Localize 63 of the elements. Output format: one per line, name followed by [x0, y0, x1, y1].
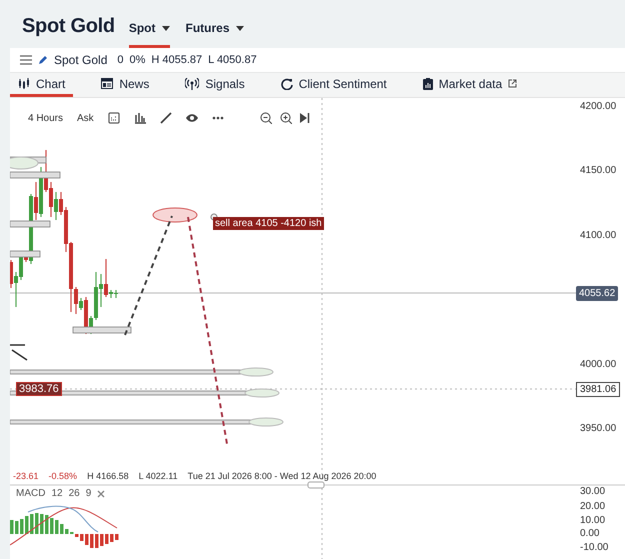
zoom-out-icon[interactable]	[260, 112, 272, 124]
zoom-in-icon[interactable]	[280, 112, 292, 124]
pane-resize-handle[interactable]	[308, 482, 324, 488]
target-ellipse	[152, 208, 198, 222]
price-axis-label: 4200.00	[580, 101, 616, 112]
indicator-name: MACD	[16, 488, 46, 499]
indicator-axis-label: 20.00	[580, 501, 606, 512]
high-price: H 4055.87	[151, 54, 202, 66]
price-zone	[10, 172, 60, 178]
price-axis-label: 4150.00	[580, 165, 616, 176]
section-tab[interactable]: News	[93, 73, 158, 97]
indicator-axis-label: 30.00	[580, 486, 606, 497]
crosshair-price-label: 3981.06	[576, 382, 620, 397]
caret-icon	[236, 26, 244, 30]
broadcast-icon	[185, 78, 200, 90]
price-axis-label: 3950.00	[580, 423, 616, 434]
price-axis-label: 4100.00	[580, 230, 616, 241]
indicator-axis-label: 0.00	[580, 528, 600, 539]
low-price: L 4050.87	[208, 54, 257, 66]
price-zone	[72, 326, 132, 334]
section-tab[interactable]: Signals	[177, 73, 253, 97]
remove-indicator-button[interactable]	[97, 490, 106, 498]
last-price-label: 4055.62	[576, 286, 618, 301]
drawing-line	[10, 344, 28, 361]
indicator-parameter: 9	[86, 488, 92, 499]
range-percent-change: -0.58%	[48, 471, 78, 481]
section-tab[interactable]: Client Sentiment	[272, 73, 395, 97]
price-zone	[10, 156, 46, 170]
indicator-parameter: 12	[51, 488, 63, 499]
indicator-parameter: 26	[68, 488, 80, 499]
price-change: 0	[117, 54, 124, 66]
price-zone	[10, 250, 40, 258]
indicator-axis-label: -10.00	[580, 542, 608, 553]
eye-icon[interactable]	[186, 112, 198, 124]
menu-icon[interactable]	[20, 55, 32, 65]
instrument-name: Spot Gold	[54, 53, 108, 67]
chart-annotation: sell area 4105 -4120 ish	[213, 217, 324, 230]
price-zone	[10, 220, 50, 228]
caret-icon	[162, 26, 170, 30]
refresh-icon	[280, 78, 293, 90]
range-low: L 4022.11	[138, 471, 178, 481]
market-tab[interactable]: Futures	[186, 21, 244, 48]
indicator-axis-label: 10.00	[580, 515, 606, 526]
section-tab[interactable]: Chart	[10, 73, 74, 97]
pencil-icon[interactable]	[160, 112, 172, 124]
indicator-icon[interactable]	[108, 112, 120, 124]
range-change: -23.61	[13, 471, 39, 481]
page-title: Spot Gold	[22, 15, 115, 38]
section-tab[interactable]: Market data	[414, 73, 526, 97]
price-level-label: 3983.76	[16, 382, 62, 396]
interval-button[interactable]: 4 Hours	[28, 112, 64, 124]
price-axis-label: 4000.00	[580, 359, 616, 370]
bar-chart-icon[interactable]	[134, 112, 146, 124]
pencil-icon[interactable]	[38, 55, 48, 65]
skip-to-end-icon[interactable]	[300, 112, 310, 124]
close-icon	[97, 490, 106, 498]
candles-icon	[18, 78, 30, 89]
price-type-button[interactable]: Ask	[77, 112, 94, 124]
date-range: Tue 21 Jul 2026 8:00 - Wed 12 Aug 2026 20:00	[188, 471, 376, 481]
clipboard-icon	[422, 78, 433, 90]
range-high: H 4166.58	[87, 471, 129, 481]
percent-change: 0%	[130, 54, 146, 66]
newspaper-icon	[101, 78, 114, 89]
